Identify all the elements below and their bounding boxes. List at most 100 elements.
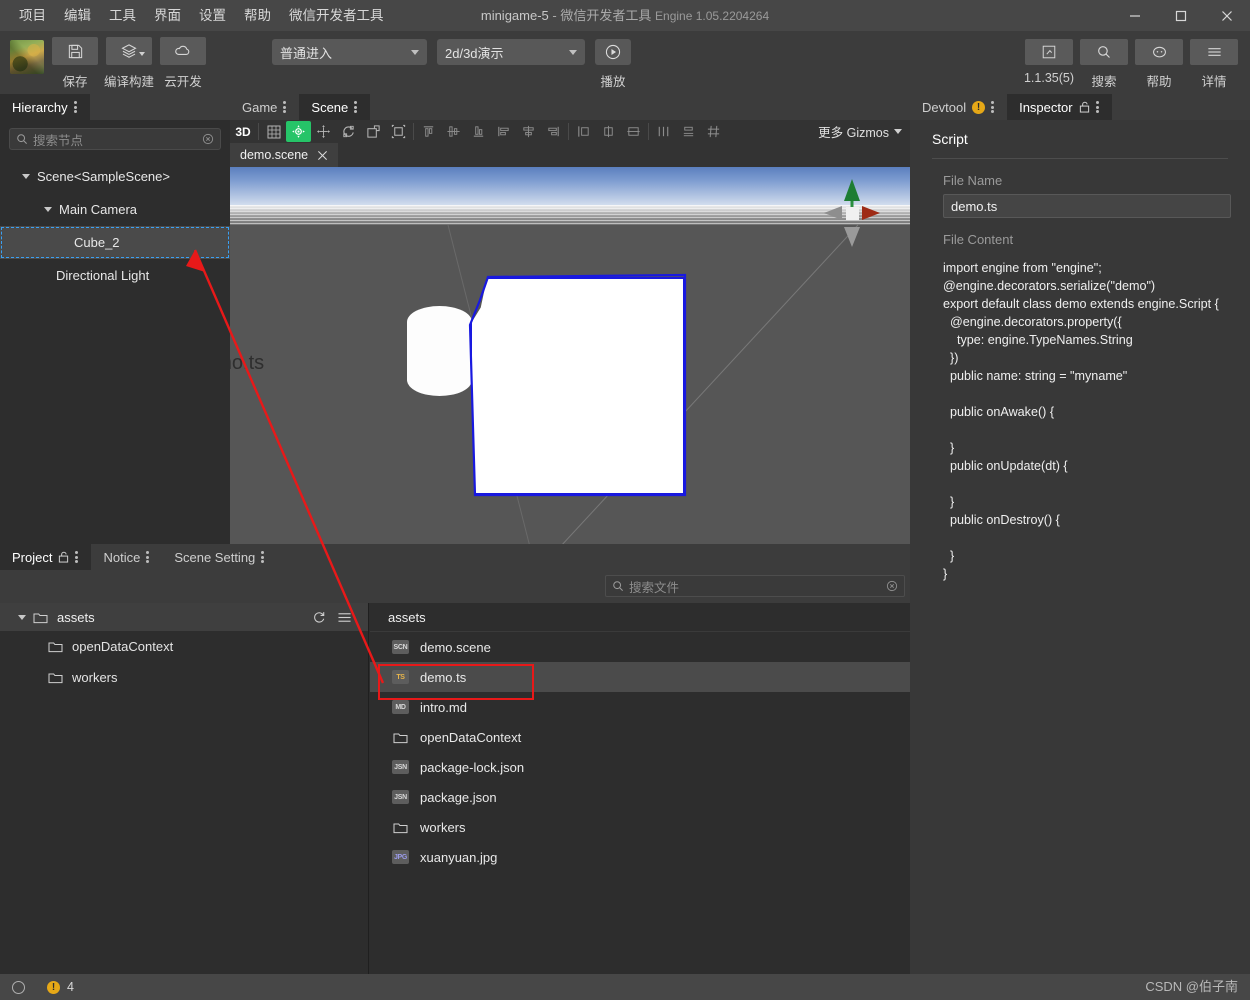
- cloud-dev-button[interactable]: 云开发: [160, 37, 206, 90]
- scale-icon[interactable]: [361, 121, 386, 142]
- notice-menu-icon[interactable]: [146, 550, 150, 565]
- list-item[interactable]: JSN package.json: [370, 782, 910, 812]
- list-item[interactable]: MD intro.md: [370, 692, 910, 722]
- project-thumbnail[interactable]: [10, 40, 44, 74]
- demo-select[interactable]: 2d/3d演示: [437, 39, 585, 65]
- hierarchy-node-label: Scene<SampleScene>: [37, 169, 170, 184]
- menu-bar: 项目 编辑 工具 界面 设置 帮助 微信开发者工具: [10, 0, 393, 31]
- rect-transform-icon[interactable]: [386, 121, 411, 142]
- divider: [413, 123, 414, 140]
- menu-item-view[interactable]: 界面: [145, 0, 190, 31]
- list-item[interactable]: SCN demo.scene: [370, 632, 910, 662]
- project-tree-item-opendatacontext[interactable]: openDataContext: [0, 631, 368, 662]
- distribute-center-icon[interactable]: [596, 121, 621, 142]
- move-gizmo-icon[interactable]: [286, 121, 311, 142]
- toolbar-center-group: 普通进入 2d/3d演示 播放: [272, 39, 631, 90]
- project-tree-item-workers[interactable]: workers: [0, 662, 368, 693]
- tab-scene-setting[interactable]: Scene Setting: [162, 544, 278, 570]
- hierarchy-panel: Hierarchy 搜索节点 Scene<SampleScene> Main C…: [0, 94, 230, 544]
- pan-icon[interactable]: [311, 121, 336, 142]
- devtool-menu-icon[interactable]: [991, 100, 995, 115]
- save-button[interactable]: 保存: [52, 37, 98, 90]
- tab-game[interactable]: Game: [230, 94, 300, 120]
- list-item-label: demo.scene: [420, 639, 491, 655]
- hierarchy-menu-icon[interactable]: [73, 100, 78, 115]
- list-item[interactable]: JPG xuanyuan.jpg: [370, 842, 910, 872]
- menu-item-edit[interactable]: 编辑: [55, 0, 100, 31]
- close-button[interactable]: [1204, 0, 1250, 31]
- scene-file-tab-label: demo.scene: [240, 148, 309, 162]
- tab-inspector[interactable]: Inspector: [1007, 94, 1112, 120]
- gizmos-dropdown[interactable]: 更多 Gizmos: [818, 120, 902, 143]
- project-menu-icon[interactable]: [75, 550, 79, 565]
- menu-item-devtools[interactable]: 微信开发者工具: [280, 0, 393, 31]
- mode-3d-toggle[interactable]: 3D: [230, 125, 256, 139]
- list-item[interactable]: openDataContext: [370, 722, 910, 752]
- project-tree-root[interactable]: assets: [0, 603, 368, 631]
- tab-hierarchy-label: Hierarchy: [12, 99, 68, 115]
- game-menu-icon[interactable]: [283, 100, 287, 115]
- distribute-horizontal-icon[interactable]: [651, 121, 676, 142]
- grid-snap-icon[interactable]: [701, 121, 726, 142]
- build-button[interactable]: 编译构建: [104, 37, 154, 90]
- file-name-field[interactable]: demo.ts: [943, 194, 1231, 218]
- align-hcenter-icon[interactable]: [516, 121, 541, 142]
- chevron-down-icon[interactable]: [18, 614, 26, 620]
- list-item[interactable]: TS demo.ts: [370, 662, 910, 692]
- inspector-menu-icon[interactable]: [1095, 100, 1100, 115]
- project-search-input[interactable]: 搜索文件: [605, 575, 905, 597]
- details-button[interactable]: 详情: [1190, 39, 1238, 90]
- menu-item-help[interactable]: 帮助: [235, 0, 280, 31]
- hierarchy-search-input[interactable]: 搜索节点: [9, 128, 221, 150]
- hierarchy-node-main-camera[interactable]: Main Camera: [0, 193, 230, 226]
- list-item[interactable]: JSN package-lock.json: [370, 752, 910, 782]
- align-left-icon[interactable]: [491, 121, 516, 142]
- play-button-label: 播放: [600, 75, 626, 89]
- hierarchy-node-directional-light[interactable]: Directional Light: [0, 259, 230, 292]
- warning-status[interactable]: ! 4: [47, 980, 74, 994]
- tab-hierarchy[interactable]: Hierarchy: [0, 94, 90, 120]
- chevron-down-icon[interactable]: [44, 207, 52, 212]
- scene-setting-menu-icon[interactable]: [261, 550, 265, 565]
- search-button[interactable]: 搜索: [1080, 39, 1128, 90]
- hierarchy-node-label: Main Camera: [59, 202, 138, 217]
- scene-menu-icon[interactable]: [354, 100, 358, 115]
- axis-gizmo[interactable]: [822, 175, 882, 251]
- scene-viewport[interactable]: demo.ts: [230, 167, 910, 544]
- minimize-button[interactable]: [1112, 0, 1158, 31]
- tab-project[interactable]: Project: [0, 544, 92, 570]
- help-button[interactable]: 帮助: [1135, 39, 1183, 90]
- hierarchy-node-cube-2[interactable]: Cube_2: [0, 226, 230, 259]
- menu-item-project[interactable]: 项目: [10, 0, 55, 31]
- tab-devtool[interactable]: Devtool !: [910, 94, 1008, 120]
- version-icon: [1025, 39, 1073, 65]
- distribute-vertical-icon[interactable]: [621, 121, 646, 142]
- scene-file-tab[interactable]: demo.scene: [230, 143, 339, 167]
- distribute-left-icon[interactable]: [571, 121, 596, 142]
- folder-icon: [48, 673, 63, 684]
- grid-icon[interactable]: [261, 121, 286, 142]
- align-right-icon[interactable]: [541, 121, 566, 142]
- play-button[interactable]: [595, 39, 631, 65]
- hierarchy-node-scene[interactable]: Scene<SampleScene>: [0, 160, 230, 193]
- menu-item-tools[interactable]: 工具: [100, 0, 145, 31]
- tab-scene[interactable]: Scene: [299, 94, 371, 120]
- refresh-button[interactable]: [312, 610, 326, 624]
- tree-options-button[interactable]: [337, 611, 352, 624]
- maximize-button[interactable]: [1158, 0, 1204, 31]
- distribute-stack-icon[interactable]: [676, 121, 701, 142]
- mode-select[interactable]: 普通进入: [272, 39, 427, 65]
- version-button[interactable]: 1.1.35(5): [1024, 39, 1074, 90]
- list-item-label: demo.ts: [420, 669, 467, 685]
- hamburger-icon: [1190, 39, 1238, 65]
- align-vcenter-icon[interactable]: [441, 121, 466, 142]
- chevron-down-icon[interactable]: [22, 174, 30, 179]
- list-item[interactable]: workers: [370, 812, 910, 842]
- cloud-icon: [160, 37, 206, 65]
- list-item-label: openDataContext: [420, 729, 522, 745]
- menu-item-settings[interactable]: 设置: [190, 0, 235, 31]
- tab-notice[interactable]: Notice: [91, 544, 163, 570]
- align-bottom-icon[interactable]: [466, 121, 491, 142]
- align-top-icon[interactable]: [416, 121, 441, 142]
- rotate-icon[interactable]: [336, 121, 361, 142]
